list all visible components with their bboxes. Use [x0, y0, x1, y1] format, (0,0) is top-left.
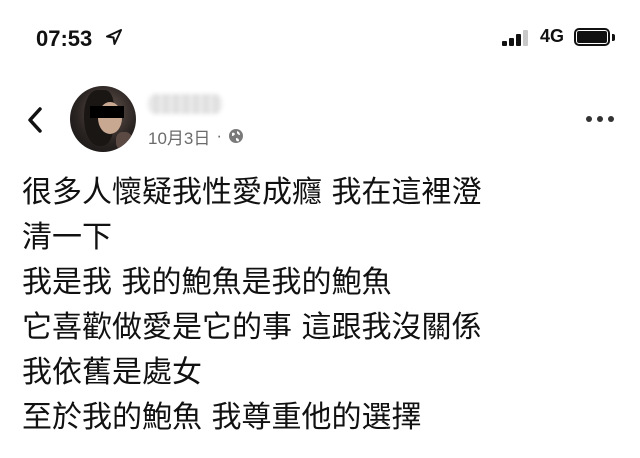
battery-icon: [574, 28, 618, 48]
post-text-line: 我依舊是處女: [22, 355, 202, 390]
post-text-line: 很多人懷疑我性愛成癮 我在這裡澄: [22, 175, 482, 210]
network-type: 4G: [540, 26, 565, 46]
globe-icon: [229, 129, 244, 143]
back-arrow-icon[interactable]: [26, 106, 44, 134]
location-arrow-icon: [106, 29, 122, 45]
avatar[interactable]: [70, 86, 136, 152]
post-header: 10月3日 ·: [0, 76, 640, 166]
signal-strength-icon: [502, 30, 532, 46]
post-body: 很多人懷疑我性愛成癮 我在這裡澄 清一下我是我 我的鮑魚是我的鮑魚它喜歡做愛是它的…: [22, 170, 632, 440]
meta-separator: ·: [216, 126, 223, 145]
more-options-button[interactable]: [586, 112, 616, 126]
post-text-line: 清一下: [22, 220, 112, 255]
post-text-line: 至於我的鮑魚 我尊重他的選擇: [22, 400, 422, 435]
post-meta: 10月3日 ·: [148, 124, 244, 148]
censor-bar: [90, 106, 124, 118]
post-text-line: 它喜歡做愛是它的事 這跟我沒關係: [22, 310, 482, 345]
status-time: 07:53: [36, 26, 93, 51]
author-name-redacted[interactable]: [148, 94, 222, 114]
status-bar: 07:53 4G: [0, 0, 640, 76]
post-date[interactable]: 10月3日: [148, 124, 210, 149]
post-text-line: 我是我 我的鮑魚是我的鮑魚: [22, 265, 392, 300]
